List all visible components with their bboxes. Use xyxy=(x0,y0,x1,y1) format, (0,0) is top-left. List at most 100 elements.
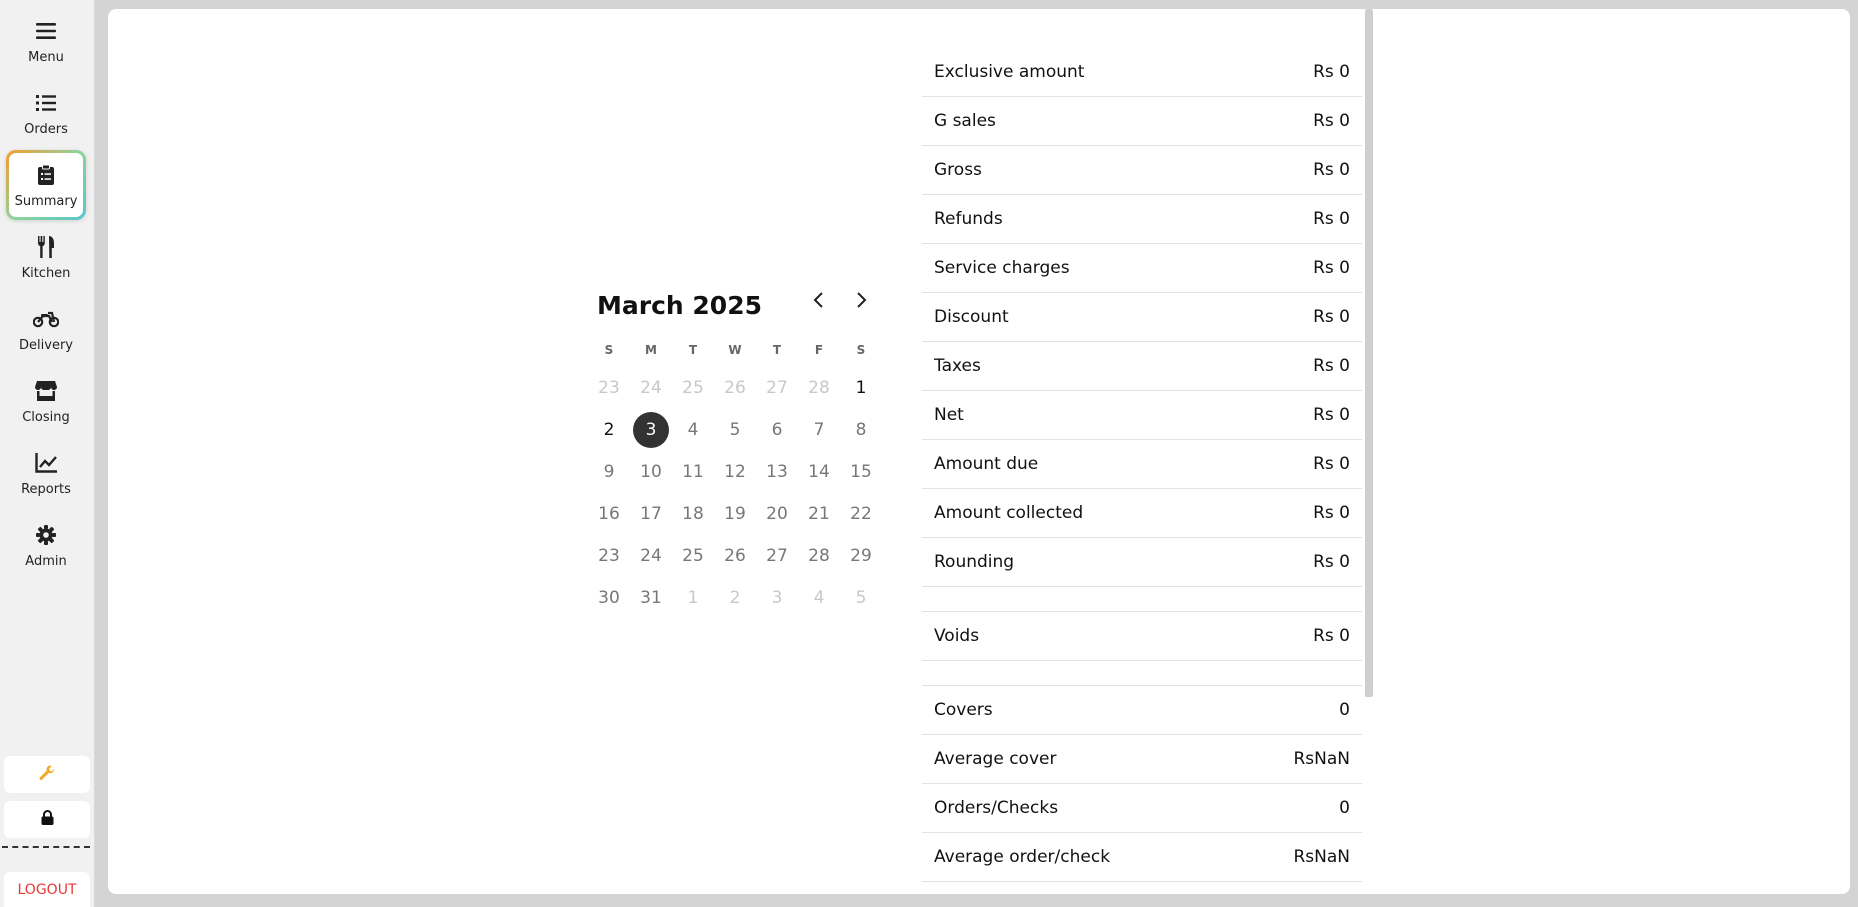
lock-button[interactable] xyxy=(4,801,90,838)
prev-month-button[interactable] xyxy=(807,290,831,314)
sidebar-item-delivery[interactable]: Delivery xyxy=(6,295,86,363)
summary-value: Rs 0 xyxy=(1313,209,1350,229)
sidebar-item-label: Admin xyxy=(25,553,67,569)
calendar-day[interactable]: 20 xyxy=(756,493,798,535)
sidebar-item-menu[interactable]: Menu xyxy=(6,7,86,75)
calendar-day[interactable]: 5 xyxy=(714,409,756,451)
calendar-day[interactable]: 11 xyxy=(672,451,714,493)
calendar-day-number: 1 xyxy=(855,378,867,398)
calendar-day[interactable]: 18 xyxy=(672,493,714,535)
calendar-day[interactable]: 22 xyxy=(840,493,882,535)
calendar-day[interactable]: 14 xyxy=(798,451,840,493)
summary-row: Covers 0 xyxy=(922,686,1362,735)
calendar-day[interactable]: 26 xyxy=(714,535,756,577)
summary-row: Exclusive amount Rs 0 xyxy=(922,48,1362,97)
calendar-day[interactable]: 21 xyxy=(798,493,840,535)
calendar-day[interactable]: 4 xyxy=(798,577,840,619)
calendar-day[interactable]: 25 xyxy=(672,535,714,577)
gear-icon xyxy=(33,522,59,548)
calendar-day[interactable]: 19 xyxy=(714,493,756,535)
calendar-day[interactable]: 10 xyxy=(630,451,672,493)
weekday-header: SMTWTFS xyxy=(588,343,882,357)
calendar-day[interactable]: 30 xyxy=(588,577,630,619)
calendar-day-number: 26 xyxy=(724,546,746,566)
calendar-day[interactable]: 12 xyxy=(714,451,756,493)
summary-label: Amount collected xyxy=(934,503,1084,523)
summary-row: Average cover RsNaN xyxy=(922,735,1362,784)
calendar-day[interactable]: 7 xyxy=(798,409,840,451)
calendar-day[interactable]: 23 xyxy=(588,367,630,409)
calendar-day[interactable]: 17 xyxy=(630,493,672,535)
calendar-day-number: 14 xyxy=(808,462,830,482)
logout-button[interactable]: LOGOUT xyxy=(4,872,90,907)
summary-label: Average order/check xyxy=(934,847,1111,867)
calendar-day[interactable]: 26 xyxy=(714,367,756,409)
calendar-day[interactable]: 9 xyxy=(588,451,630,493)
calendar-day[interactable]: 15 xyxy=(840,451,882,493)
calendar-day[interactable]: 28 xyxy=(798,367,840,409)
calendar-day[interactable]: 24 xyxy=(630,367,672,409)
summary-spacer xyxy=(922,661,1362,686)
calendar-day[interactable]: 3 xyxy=(756,577,798,619)
summary-label: Refunds xyxy=(934,209,1003,229)
tools-button[interactable] xyxy=(4,756,90,793)
calendar-day[interactable]: 23 xyxy=(588,535,630,577)
calendar-day[interactable]: 24 xyxy=(630,535,672,577)
calendar-day[interactable]: 29 xyxy=(840,535,882,577)
summary-value: Rs 0 xyxy=(1313,62,1350,82)
summary-label: Amount due xyxy=(934,454,1039,474)
scrollbar[interactable] xyxy=(1365,9,1373,697)
summary-value: Rs 0 xyxy=(1313,160,1350,180)
motorcycle-icon xyxy=(33,306,59,332)
summary-value: Rs 0 xyxy=(1313,258,1350,278)
chevron-left-icon xyxy=(813,292,825,312)
sidebar: Menu Orders Summary Kitchen Delivery Clo… xyxy=(0,0,95,907)
calendar-day[interactable]: 16 xyxy=(588,493,630,535)
summary-value: Rs 0 xyxy=(1313,111,1350,131)
sidebar-item-kitchen[interactable]: Kitchen xyxy=(6,223,86,291)
sidebar-item-summary[interactable]: Summary xyxy=(6,150,86,220)
next-month-button[interactable] xyxy=(849,290,873,314)
calendar-day[interactable]: 27 xyxy=(756,367,798,409)
calendar-day-number: 31 xyxy=(640,588,662,608)
sidebar-item-reports[interactable]: Reports xyxy=(6,439,86,507)
sidebar-item-admin[interactable]: Admin xyxy=(6,511,86,579)
calendar-day[interactable]: 4 xyxy=(672,409,714,451)
calendar-day-number: 1 xyxy=(687,588,699,608)
weekday-label: S xyxy=(604,343,614,357)
sidebar-item-closing[interactable]: Closing xyxy=(6,367,86,435)
weekday-label: S xyxy=(856,343,866,357)
calendar-day[interactable]: 13 xyxy=(756,451,798,493)
calendar-day[interactable]: 6 xyxy=(756,409,798,451)
calendar-day[interactable]: 28 xyxy=(798,535,840,577)
clipboard-icon xyxy=(33,162,59,188)
sidebar-item-orders[interactable]: Orders xyxy=(6,79,86,147)
utensils-icon xyxy=(33,234,59,260)
calendar-day[interactable]: 8 xyxy=(840,409,882,451)
calendar-day[interactable]: 1 xyxy=(840,367,882,409)
weekday-label: M xyxy=(645,343,657,357)
calendar-day-number: 23 xyxy=(598,546,620,566)
calendar-day[interactable]: 2 xyxy=(714,577,756,619)
calendar-day[interactable]: 27 xyxy=(756,535,798,577)
wrench-icon xyxy=(39,765,55,785)
calendar-day-number: 5 xyxy=(729,420,741,440)
hamburger-icon xyxy=(33,18,59,44)
summary-row: Taxes Rs 0 xyxy=(922,342,1362,391)
calendar-day[interactable]: 1 xyxy=(672,577,714,619)
summary-row: Amount collected Rs 0 xyxy=(922,489,1362,538)
calendar-day[interactable]: 25 xyxy=(672,367,714,409)
calendar-day-number: 24 xyxy=(640,378,662,398)
calendar-day-number: 13 xyxy=(766,462,788,482)
summary-value: Rs 0 xyxy=(1313,307,1350,327)
weekday-label: F xyxy=(814,343,824,357)
summary-value: RsNaN xyxy=(1293,847,1350,867)
calendar-day[interactable]: 2 xyxy=(588,409,630,451)
calendar-month-title: March 2025 xyxy=(597,291,762,320)
summary-row: Net Rs 0 xyxy=(922,391,1362,440)
weekday-label: W xyxy=(728,343,742,357)
calendar-day[interactable]: 31 xyxy=(630,577,672,619)
calendar-day[interactable]: 5 xyxy=(840,577,882,619)
calendar-day-selected[interactable]: 3 xyxy=(630,409,672,451)
calendar-day-number: 29 xyxy=(850,546,872,566)
